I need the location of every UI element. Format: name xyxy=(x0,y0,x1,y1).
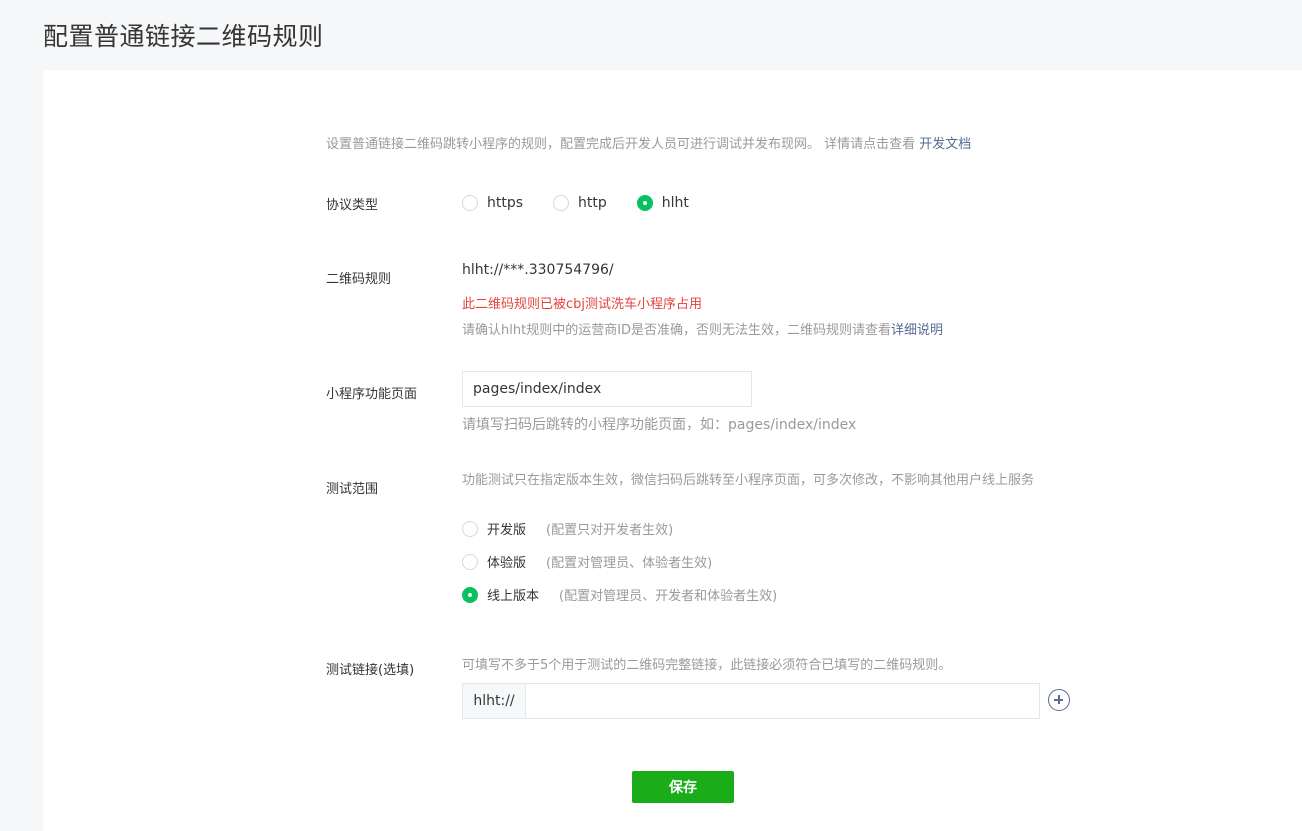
scope-option-release[interactable]: 线上版本 (配置对管理员、开发者和体验者生效) xyxy=(462,585,777,604)
qr-rule-tip-text: 请确认hlht规则中的运营商ID是否准确，否则无法生效，二维码规则请查看 xyxy=(462,323,892,338)
protocol-radio-group: https http hlht xyxy=(462,195,719,211)
dev-docs-link[interactable]: 开发文档 xyxy=(919,137,971,152)
protocol-option-http[interactable]: http xyxy=(553,195,607,211)
radio-https[interactable] xyxy=(462,195,478,211)
scope-option-note: (配置对管理员、体验者生效) xyxy=(546,556,713,571)
protocol-label: 协议类型 xyxy=(326,198,379,213)
qr-rule-label: 二维码规则 xyxy=(326,272,392,287)
radio-dev[interactable] xyxy=(462,520,478,537)
intro-text: 设置普通链接二维码跳转小程序的规则，配置完成后开发人员可进行调试并发布现网。 详… xyxy=(326,133,971,152)
page-path-input[interactable]: pages/index/index xyxy=(462,371,752,407)
scope-option-note: (配置只对开发者生效) xyxy=(546,523,674,538)
test-links-description: 可填写不多于5个用于测试的二维码完整链接，此链接必须符合已填写的二维码规则。 xyxy=(462,658,952,673)
test-link-input[interactable] xyxy=(526,684,1039,718)
page-path-hint: 请填写扫码后跳转的小程序功能页面，如：pages/index/index xyxy=(462,417,857,433)
test-scope-label: 测试范围 xyxy=(326,482,379,497)
intro-description: 设置普通链接二维码跳转小程序的规则，配置完成后开发人员可进行调试并发布现网。 详… xyxy=(326,137,920,152)
rule-form-card: 设置普通链接二维码跳转小程序的规则，配置完成后开发人员可进行调试并发布现网。 详… xyxy=(43,70,1302,831)
add-test-link-icon[interactable] xyxy=(1048,689,1070,711)
radio-trial[interactable] xyxy=(462,553,478,570)
test-link-input-group: hlht:// xyxy=(462,683,1040,719)
scope-option-dev[interactable]: 开发版 (配置只对开发者生效) xyxy=(462,519,673,538)
scope-option-note: (配置对管理员、开发者和体验者生效) xyxy=(559,589,778,604)
test-scope-description: 功能测试只在指定版本生效，微信扫码后跳转至小程序页面，可多次修改，不影响其他用户… xyxy=(462,473,1035,488)
protocol-option-label: http xyxy=(578,195,607,211)
details-link[interactable]: 详细说明 xyxy=(891,323,943,338)
test-links-label: 测试链接(选填) xyxy=(326,663,415,678)
scope-option-label: 线上版本 xyxy=(487,589,540,604)
radio-hlht[interactable] xyxy=(636,195,653,211)
protocol-option-label: hlht xyxy=(661,195,689,211)
scope-option-label: 开发版 xyxy=(487,523,527,538)
protocol-option-https[interactable]: https xyxy=(462,195,523,211)
scope-option-label: 体验版 xyxy=(487,556,527,571)
radio-http[interactable] xyxy=(553,195,570,211)
save-button[interactable]: 保存 xyxy=(632,771,734,803)
protocol-option-label: https xyxy=(487,195,524,211)
qr-rule-tip: 请确认hlht规则中的运营商ID是否准确，否则无法生效，二维码规则请查看详细说明 xyxy=(462,319,943,338)
qr-rule-error: 此二维码规则已被cbj测试洗车小程序占用 xyxy=(462,297,703,312)
test-link-prefix: hlht:// xyxy=(463,684,526,718)
scope-option-trial[interactable]: 体验版 (配置对管理员、体验者生效) xyxy=(462,552,712,571)
qr-rule-value: hlht://***.330754796/ xyxy=(462,262,614,278)
protocol-option-hlht[interactable]: hlht xyxy=(636,195,689,211)
page-title: 配置普通链接二维码规则 xyxy=(43,22,324,51)
page-path-label: 小程序功能页面 xyxy=(326,387,418,402)
radio-release[interactable] xyxy=(462,586,478,603)
